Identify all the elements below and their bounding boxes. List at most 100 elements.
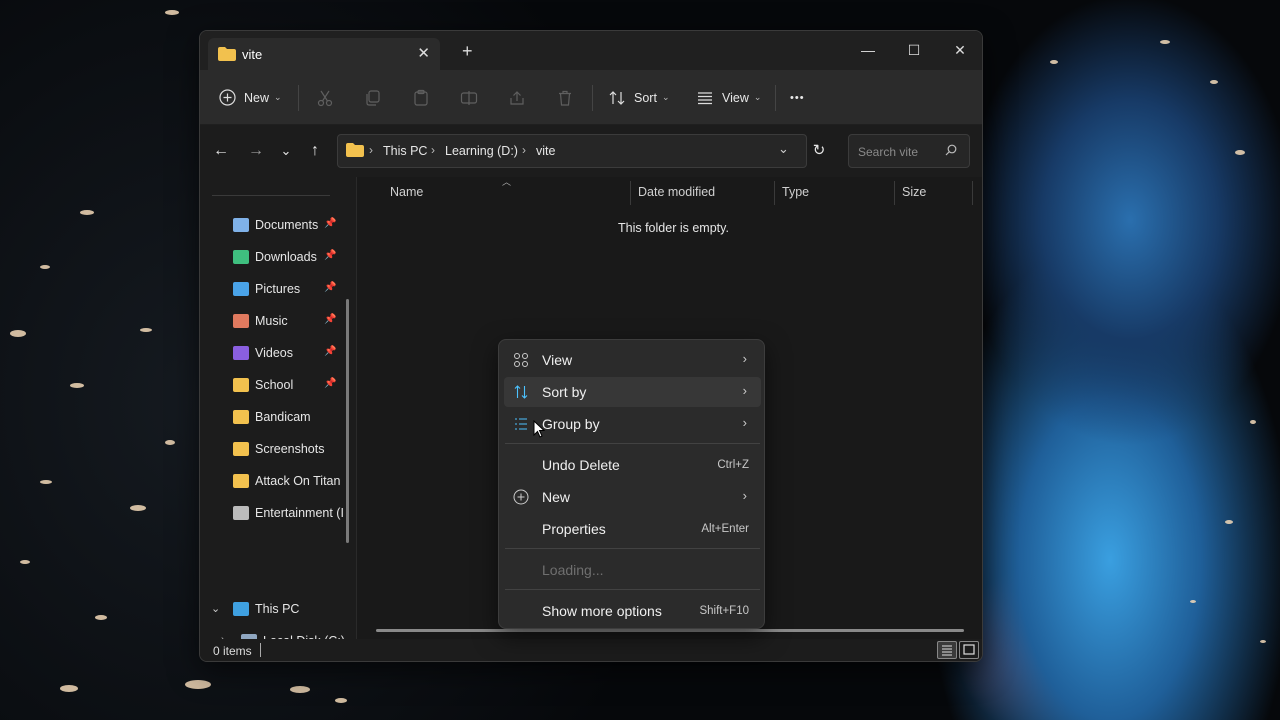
menu-item-label: Loading... xyxy=(542,562,604,578)
view-button-label: View xyxy=(722,90,749,105)
new-button[interactable]: New ⌄ xyxy=(219,70,282,125)
sidebar-item-label: Entertainment (I xyxy=(255,506,343,520)
address-bar[interactable]: › This PC › Learning (D:) › vite ⌄ xyxy=(337,134,807,168)
menu-item-undo-delete[interactable]: Undo Delete Ctrl+Z xyxy=(504,450,761,480)
sort-arrows-icon xyxy=(608,89,626,107)
sidebar-item-this-pc[interactable]: This PC xyxy=(233,597,343,621)
sidebar-item-attack-on-titan[interactable]: Attack On Titan xyxy=(233,469,343,493)
cut-button[interactable] xyxy=(316,70,334,125)
column-divider[interactable] xyxy=(630,181,631,205)
column-header-size[interactable]: Size xyxy=(902,185,926,199)
menu-separator xyxy=(505,589,760,590)
menu-shortcut: Alt+Enter xyxy=(701,523,749,535)
large-icons-view-icon xyxy=(963,644,975,655)
close-window-button[interactable]: ✕ xyxy=(940,37,980,63)
horizontal-scrollbar[interactable] xyxy=(376,629,964,632)
scissors-icon xyxy=(316,89,334,107)
menu-item-properties[interactable]: Properties Alt+Enter xyxy=(504,514,761,544)
chevron-down-icon: ⌄ xyxy=(274,92,282,102)
breadcrumb-vite[interactable]: vite xyxy=(536,144,555,158)
menu-item-new[interactable]: New › xyxy=(504,482,761,512)
pictures-icon xyxy=(233,282,249,296)
breadcrumb-separator-icon: › xyxy=(431,143,435,157)
back-arrow-icon[interactable]: ← xyxy=(210,140,232,162)
toolbar-divider xyxy=(592,85,593,111)
recent-locations-chevron-icon[interactable]: ⌄ xyxy=(275,140,297,162)
breadcrumb-separator-icon: › xyxy=(369,143,373,157)
grid-icon xyxy=(513,352,529,368)
address-dropdown-chevron-icon[interactable]: ⌄ xyxy=(778,141,789,157)
sidebar-item-screenshots[interactable]: Screenshots xyxy=(233,437,343,461)
column-divider[interactable] xyxy=(894,181,895,205)
pin-icon[interactable]: 📌 xyxy=(324,346,336,357)
column-header-date-modified[interactable]: Date modified xyxy=(638,185,715,199)
pin-icon[interactable]: 📌 xyxy=(324,282,336,293)
search-box[interactable]: Search vite xyxy=(848,134,970,168)
search-placeholder: Search vite xyxy=(858,145,919,159)
more-options-button[interactable]: ••• xyxy=(790,70,805,125)
view-button[interactable]: View ⌄ xyxy=(696,70,761,125)
copy-button[interactable] xyxy=(364,70,382,125)
sidebar-scrollbar[interactable] xyxy=(346,299,349,543)
videos-icon xyxy=(233,346,249,360)
menu-shortcut: Ctrl+Z xyxy=(717,459,749,471)
menu-item-label: Sort by xyxy=(542,384,587,400)
pin-icon[interactable]: 📌 xyxy=(324,314,336,325)
toolbar-divider xyxy=(298,85,299,111)
new-tab-button[interactable]: + xyxy=(462,41,473,62)
paste-button[interactable] xyxy=(412,70,430,125)
expand-chevron-icon[interactable]: ⌄ xyxy=(211,602,220,615)
tab-vite[interactable]: vite ✕ xyxy=(208,38,440,70)
sidebar-item-label: Bandicam xyxy=(255,410,311,424)
copy-icon xyxy=(364,89,382,107)
sidebar-item-label: Pictures xyxy=(255,282,301,296)
context-menu: View › Sort by › Group by › Undo Delete … xyxy=(498,339,765,629)
menu-item-view[interactable]: View › xyxy=(504,345,761,375)
menu-separator xyxy=(505,548,760,549)
menu-item-show-more-options[interactable]: Show more options Shift+F10 xyxy=(504,596,761,626)
pin-icon[interactable]: 📌 xyxy=(324,250,336,261)
rename-button[interactable] xyxy=(460,70,478,125)
menu-separator xyxy=(505,443,760,444)
minimize-button[interactable]: — xyxy=(848,37,888,63)
details-view-toggle[interactable] xyxy=(937,641,957,659)
up-arrow-icon[interactable]: ↑ xyxy=(304,140,326,162)
column-divider[interactable] xyxy=(972,181,973,205)
tab-close-icon[interactable]: ✕ xyxy=(417,44,430,62)
pin-icon[interactable]: 📌 xyxy=(324,218,336,229)
share-icon xyxy=(508,89,526,107)
maximize-button[interactable]: ☐ xyxy=(894,37,934,63)
details-view-icon xyxy=(942,645,952,656)
menu-item-sort-by[interactable]: Sort by › xyxy=(504,377,761,407)
submenu-chevron-icon: › xyxy=(742,488,747,503)
folder-icon xyxy=(233,474,249,488)
large-icons-view-toggle[interactable] xyxy=(959,641,979,659)
refresh-icon[interactable]: ↻ xyxy=(808,140,830,162)
empty-folder-message: This folder is empty. xyxy=(618,221,729,235)
share-button[interactable] xyxy=(508,70,526,125)
chevron-down-icon: ⌄ xyxy=(753,92,762,102)
menu-item-label: Properties xyxy=(542,521,606,537)
sort-button-label: Sort xyxy=(634,90,657,105)
submenu-chevron-icon: › xyxy=(742,351,747,366)
search-icon xyxy=(945,144,957,159)
sort-arrows-icon xyxy=(513,384,529,400)
breadcrumb-learning-drive[interactable]: Learning (D:) xyxy=(445,144,518,158)
sidebar-item-bandicam[interactable]: Bandicam xyxy=(233,405,343,429)
breadcrumb-this-pc[interactable]: This PC xyxy=(383,144,427,158)
sidebar-item-label: This PC xyxy=(255,602,300,616)
forward-arrow-icon[interactable]: → xyxy=(245,140,267,162)
sort-button[interactable]: Sort ⌄ xyxy=(608,70,669,125)
computer-icon xyxy=(233,602,249,616)
column-header-name[interactable]: Name xyxy=(390,185,423,199)
sidebar-item-label: Videos xyxy=(255,346,293,360)
drive-icon xyxy=(233,506,249,520)
folder-icon xyxy=(233,410,249,424)
sidebar-item-entertainment-i[interactable]: Entertainment (I xyxy=(233,501,343,525)
delete-button[interactable] xyxy=(556,70,574,125)
folder-icon xyxy=(233,378,249,392)
column-divider[interactable] xyxy=(774,181,775,205)
pin-icon[interactable]: 📌 xyxy=(324,378,336,389)
column-header-type[interactable]: Type xyxy=(782,185,809,199)
folder-icon xyxy=(218,47,236,64)
